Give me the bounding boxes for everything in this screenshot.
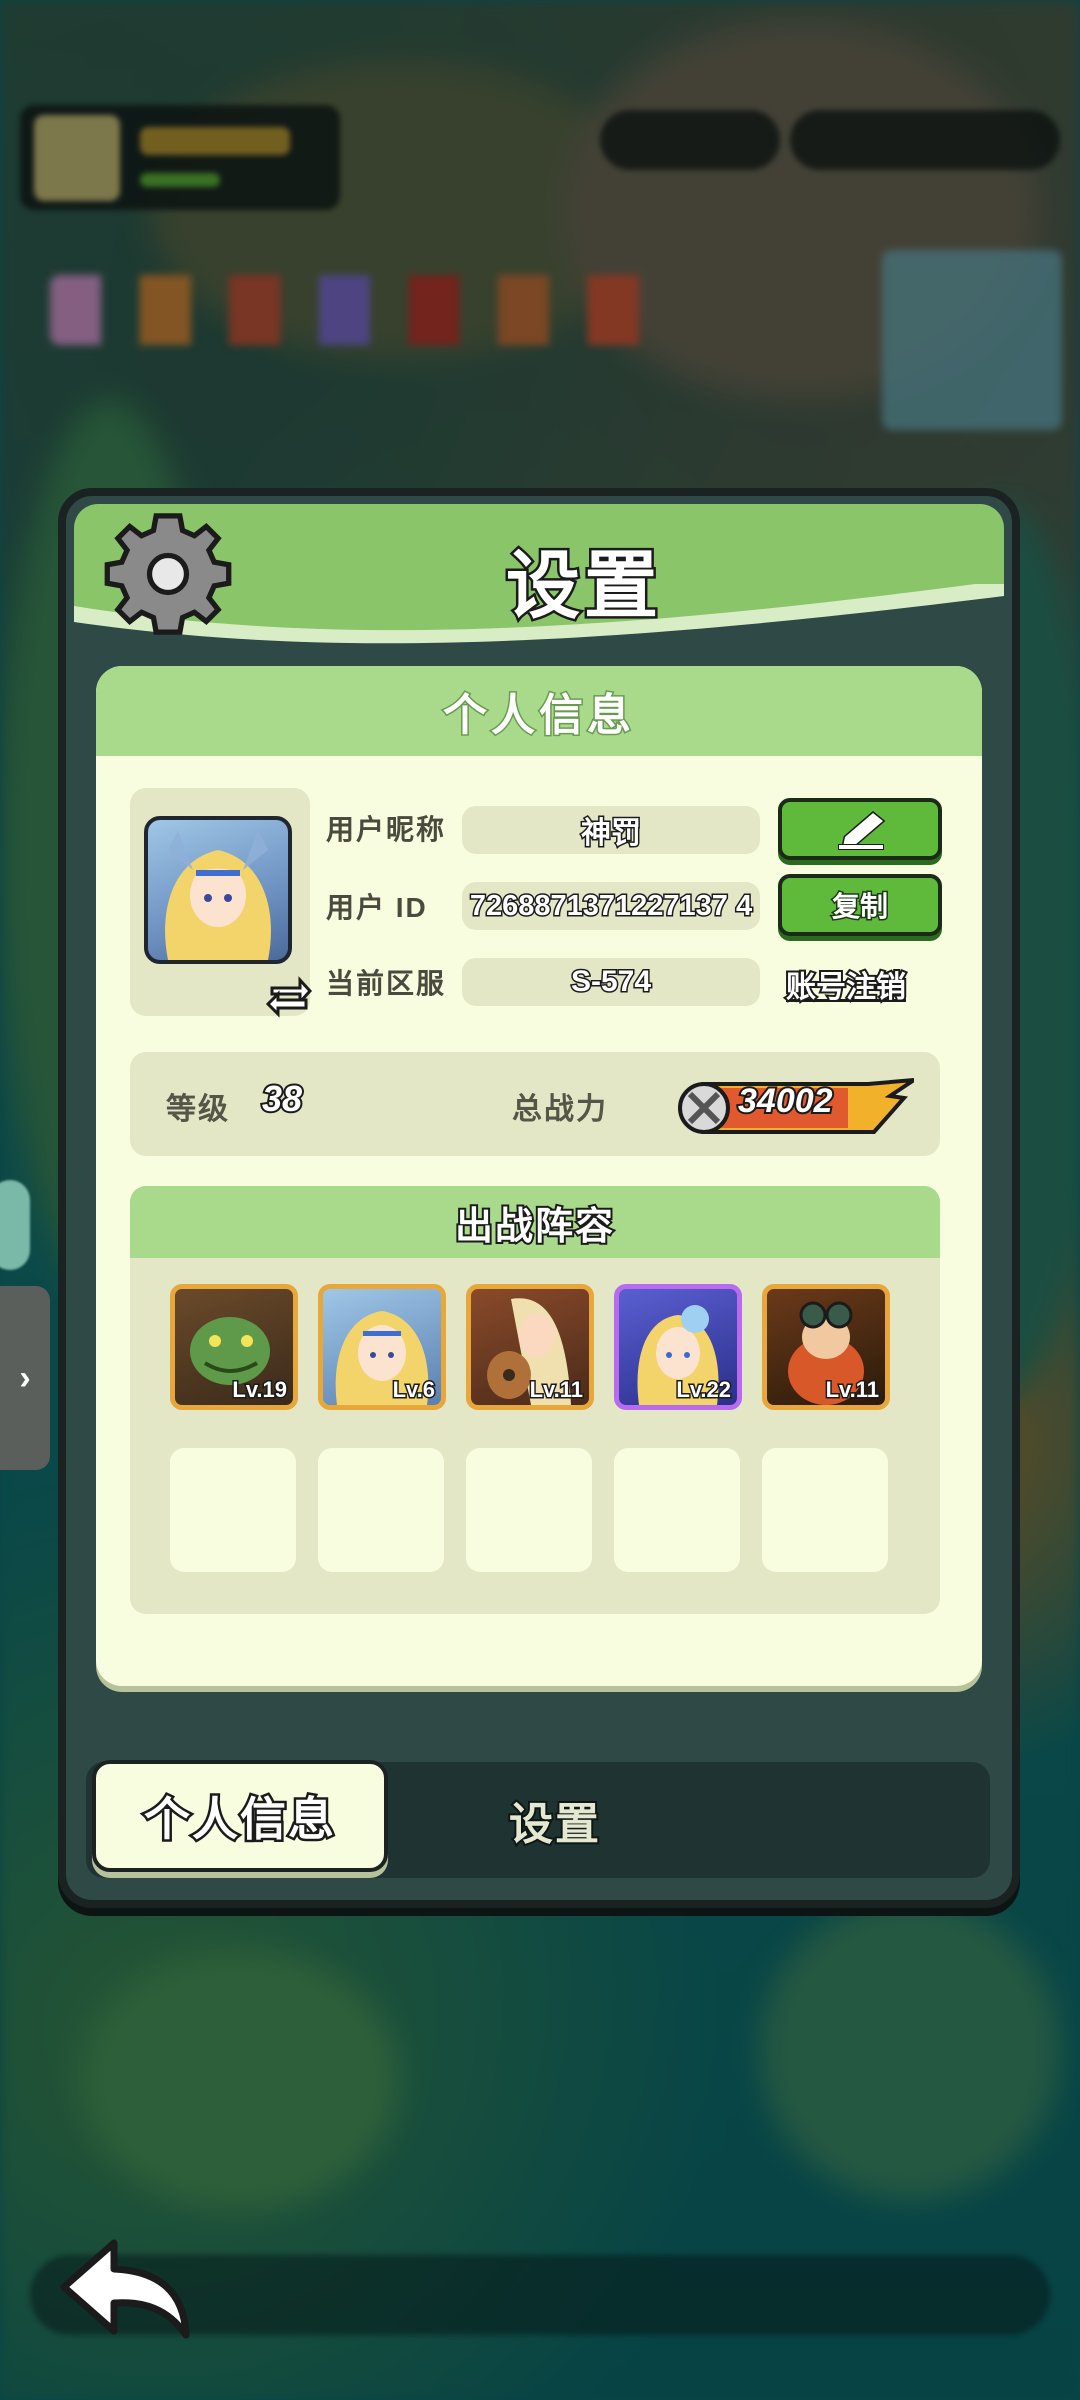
empty-slot-1[interactable] (170, 1448, 296, 1572)
profile-section-title: 个人信息 (96, 666, 982, 756)
dialog-header: 设置 (74, 504, 1004, 654)
swap-arrows-icon[interactable] (264, 972, 314, 1018)
back-arrow-icon[interactable] (58, 2235, 198, 2345)
user-id-field: 7268871371227137 4 (462, 882, 760, 930)
pencil-icon (838, 811, 886, 850)
empty-slot-2[interactable] (318, 1448, 444, 1572)
tab-personal-info[interactable]: 个人信息 (92, 1760, 388, 1872)
map-creature (0, 1180, 30, 1270)
side-panel-toggle[interactable]: › (0, 1286, 50, 1470)
user-id-label: 用户 ID (326, 892, 428, 923)
cancel-account-link[interactable]: 账号注销 (784, 962, 908, 1006)
lineup-hero-2[interactable]: Lv.6 (318, 1284, 446, 1410)
empty-slot-3[interactable] (466, 1448, 592, 1572)
level-value: 38 (260, 1076, 304, 1121)
hero-level: Lv.6 (391, 1376, 436, 1404)
lineup-hero-1[interactable]: Lv.19 (170, 1284, 298, 1410)
server-field: S-574 (462, 958, 760, 1006)
avatar[interactable] (144, 816, 292, 964)
tab-settings[interactable]: 设置 (450, 1762, 660, 1878)
lineup-hero-4[interactable]: Lv.22 (614, 1284, 742, 1410)
empty-slot-5[interactable] (762, 1448, 888, 1572)
hero-level: Lv.11 (824, 1376, 880, 1404)
copy-id-button[interactable]: 复制 (778, 874, 942, 936)
nickname-label: 用户昵称 (326, 814, 447, 845)
edit-nickname-button[interactable] (778, 798, 942, 860)
dialog-title: 设置 (504, 542, 662, 630)
power-badge: 34002 (678, 1076, 914, 1136)
power-label: 总战力 (512, 1093, 608, 1126)
stats-bar: 等级 38 总战力 34002 (130, 1052, 940, 1156)
nickname-field: 神罚 (462, 806, 760, 854)
hero-level: Lv.22 (675, 1376, 733, 1404)
hero-level: Lv.19 (231, 1376, 289, 1404)
level-label: 等级 (166, 1093, 230, 1126)
lineup-hero-3[interactable]: Lv.11 (466, 1284, 594, 1410)
profile-card: 个人信息 用户昵称 神罚 用户 ID 7268871371227137 4 复制… (96, 666, 982, 1686)
lineup-title: 出战阵容 (130, 1186, 940, 1258)
hero-level: Lv.11 (528, 1376, 584, 1404)
chevron-right-icon: › (19, 1358, 31, 1397)
lineup-hero-5[interactable]: Lv.11 (762, 1284, 890, 1410)
battle-lineup: 出战阵容 Lv.19 Lv.6 Lv.11 Lv.22 Lv.11 (130, 1186, 940, 1614)
power-value: 34002 (736, 1080, 835, 1122)
avatar-frame[interactable] (130, 788, 313, 1018)
server-label: 当前区服 (326, 968, 447, 999)
empty-slot-4[interactable] (614, 1448, 740, 1572)
